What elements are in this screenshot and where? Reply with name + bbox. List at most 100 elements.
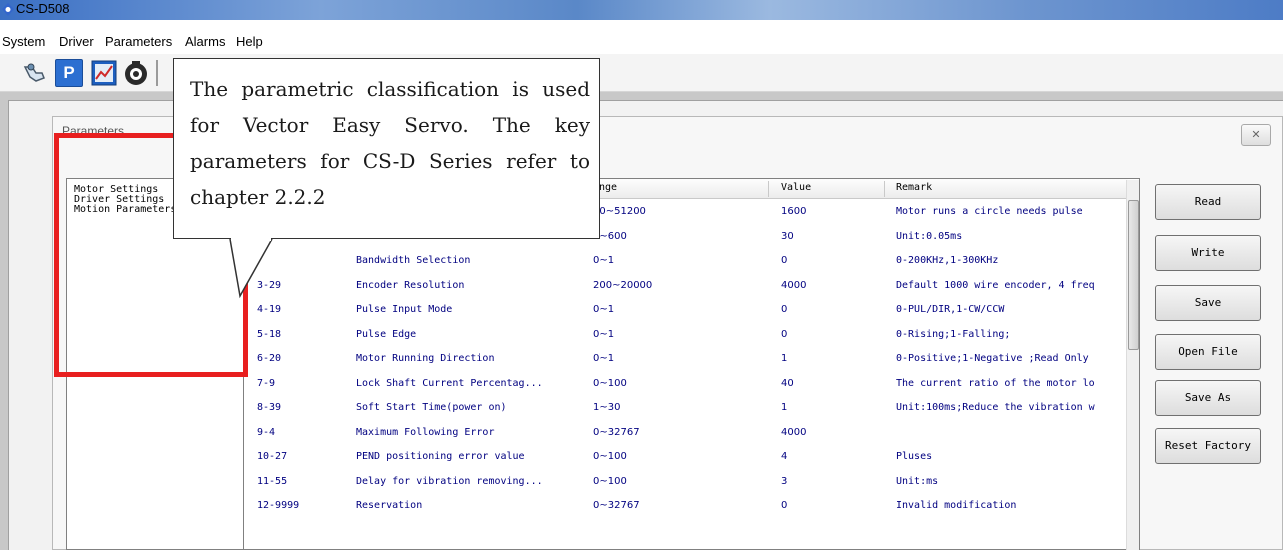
param-id-cell: 3-29 bbox=[257, 279, 282, 291]
callout-box: The parametric classification is used fo… bbox=[173, 58, 600, 239]
connect-icon[interactable] bbox=[22, 59, 50, 87]
header-divider bbox=[768, 181, 769, 197]
param-id-cell: 8-39 bbox=[257, 402, 282, 413]
param-remark-cell: Unit:100ms;Reduce the vibration w bbox=[896, 402, 1095, 413]
param-name-cell: Encoder Resolution bbox=[356, 279, 465, 291]
motor-icon[interactable] bbox=[122, 59, 150, 87]
menu-parameters[interactable]: Parameters bbox=[105, 34, 172, 49]
param-range-cell: 0~32767 bbox=[593, 500, 640, 511]
param-range-cell: 0~100 bbox=[593, 475, 627, 487]
param-id-cell: 5-18 bbox=[257, 328, 282, 340]
window-title: CS-D508 bbox=[16, 1, 70, 16]
param-value-cell[interactable]: 4000 bbox=[781, 280, 881, 291]
table-row[interactable]: 12-9999 Reservation 0~32767 0 Invalid modifi… bbox=[244, 495, 1128, 519]
reset-factory-button[interactable]: Reset Factory bbox=[1155, 428, 1261, 464]
menu-bar: System Driver Parameters Alarms Help bbox=[0, 20, 1283, 54]
param-id-cell: 6-20 bbox=[257, 353, 282, 364]
param-name-cell: Bandwidth Selection bbox=[356, 255, 471, 266]
param-name-cell: Pulse Edge bbox=[356, 328, 417, 340]
param-range-cell: 0~1 bbox=[593, 304, 615, 315]
param-remark-cell: 0-PUL/DIR,1-CW/CCW bbox=[896, 304, 1005, 315]
param-value-cell[interactable]: 1 bbox=[781, 402, 881, 413]
param-name-cell: Delay for vibration removing... bbox=[356, 475, 543, 487]
param-value-cell[interactable]: 30 bbox=[781, 231, 881, 242]
param-name-cell: Soft Start Time(power on) bbox=[356, 402, 507, 413]
param-range-cell: 00~51200 bbox=[593, 206, 646, 217]
param-range-cell: 200~20000 bbox=[593, 279, 653, 291]
read-button[interactable]: Read bbox=[1155, 184, 1261, 220]
scope-icon[interactable] bbox=[90, 59, 118, 87]
param-id-cell: 7-9 bbox=[257, 377, 276, 389]
menu-alarms[interactable]: Alarms bbox=[185, 34, 225, 49]
param-range-cell: 0~1 bbox=[593, 328, 615, 340]
param-remark-cell: Default 1000 wire encoder, 4 freq bbox=[896, 279, 1095, 291]
parameter-icon-label: P bbox=[63, 63, 75, 82]
param-name-cell: Reservation bbox=[356, 500, 423, 511]
menu-driver[interactable]: Driver bbox=[59, 34, 94, 49]
save-button[interactable]: Save bbox=[1155, 285, 1261, 321]
param-range-cell: 0~1 bbox=[593, 255, 615, 266]
param-range-cell: 0~32767 bbox=[593, 426, 640, 438]
param-remark-cell: Unit:0.05ms bbox=[896, 230, 963, 242]
param-name-cell: Motor Running Direction bbox=[356, 353, 495, 364]
callout-text: The parametric classification is used fo… bbox=[190, 77, 590, 209]
save-as-button[interactable]: Save As bbox=[1155, 380, 1261, 416]
parameter-icon[interactable]: P bbox=[55, 59, 83, 87]
table-row[interactable]: 9-4 Maximum Following Error 0~32767 4000 bbox=[244, 422, 1128, 446]
close-button[interactable]: ✕ bbox=[1241, 124, 1271, 146]
table-row[interactable]: 11-55 Delay for vibration removing... 0~10… bbox=[244, 471, 1128, 495]
param-name-cell: Pulse Input Mode bbox=[356, 304, 453, 315]
param-value-cell[interactable]: 0 bbox=[781, 329, 881, 340]
param-value-cell[interactable]: 1 bbox=[781, 353, 881, 364]
table-row[interactable]: 8-39 Soft Start Time(power on) 1~30 1 Unit:1… bbox=[244, 397, 1128, 421]
param-id-cell: 11-55 bbox=[257, 475, 288, 487]
param-id-cell: 12-9999 bbox=[257, 500, 300, 511]
table-row[interactable]: 10-27 PEND positioning error value 0~100 4 P… bbox=[244, 446, 1128, 470]
param-range-cell: 0~100 bbox=[593, 377, 627, 389]
param-value-cell[interactable]: 0 bbox=[781, 304, 881, 315]
table-row[interactable]: 4-19 Pulse Input Mode 0~1 0 0-PUL/DIR,1-CW/C… bbox=[244, 299, 1128, 323]
toolbar-separator bbox=[156, 60, 158, 86]
param-remark-cell: Pluses bbox=[896, 451, 933, 462]
param-value-cell[interactable]: 3 bbox=[781, 476, 881, 487]
app-icon bbox=[2, 3, 14, 16]
param-remark-cell: Invalid modification bbox=[896, 500, 1017, 511]
scrollbar-thumb[interactable] bbox=[1128, 200, 1139, 350]
param-name-cell: Maximum Following Error bbox=[356, 426, 495, 438]
table-row[interactable]: 5-18 Pulse Edge 0~1 0 0-Rising;1-Falling; bbox=[244, 324, 1128, 348]
param-value-cell[interactable]: 40 bbox=[781, 378, 881, 389]
param-value-cell[interactable]: 4 bbox=[781, 451, 881, 462]
table-row[interactable]: 6-20 Motor Running Direction 0~1 1 0-Positiv… bbox=[244, 348, 1128, 372]
param-remark-cell: Unit:ms bbox=[896, 475, 939, 487]
menu-help[interactable]: Help bbox=[236, 34, 263, 49]
param-value-cell[interactable]: 1600 bbox=[781, 206, 881, 217]
param-id-cell: 4-19 bbox=[257, 304, 282, 315]
param-remark-cell: 0-Rising;1-Falling; bbox=[896, 328, 1011, 340]
param-value-cell[interactable]: 4000 bbox=[781, 427, 881, 438]
param-range-cell: 1~30 bbox=[593, 402, 621, 413]
param-id-cell: 10-27 bbox=[257, 451, 288, 462]
param-id-cell: 9-4 bbox=[257, 426, 276, 438]
param-remark-cell: Motor runs a circle needs pulse bbox=[896, 206, 1083, 217]
param-remark-cell: 0-200KHz,1-300KHz bbox=[896, 255, 999, 266]
write-button[interactable]: Write bbox=[1155, 235, 1261, 271]
header-value[interactable]: Value bbox=[781, 182, 811, 193]
table-row[interactable]: Bandwidth Selection 0~1 0 0-200KHz,1-300KHz bbox=[244, 250, 1128, 274]
param-value-cell[interactable]: 0 bbox=[781, 500, 881, 511]
callout-joint bbox=[231, 237, 271, 241]
table-scrollbar[interactable] bbox=[1126, 180, 1139, 550]
param-value-cell[interactable]: 0 bbox=[781, 255, 881, 266]
param-remark-cell: The current ratio of the motor lo bbox=[896, 377, 1095, 389]
param-name-cell: PEND positioning error value bbox=[356, 451, 525, 462]
param-name-cell: Lock Shaft Current Percentag... bbox=[356, 377, 543, 389]
param-range-cell: 0~600 bbox=[593, 230, 627, 242]
table-row[interactable]: 7-9 Lock Shaft Current Percentag... 0~100 4… bbox=[244, 373, 1128, 397]
title-bar: CS-D508 bbox=[0, 0, 1283, 20]
param-range-cell: 0~1 bbox=[593, 353, 615, 364]
param-range-cell: 0~100 bbox=[593, 451, 627, 462]
menu-system[interactable]: System bbox=[2, 34, 45, 49]
table-row[interactable]: 3-29 Encoder Resolution 200~20000 4000 Defau… bbox=[244, 275, 1128, 299]
header-remark[interactable]: Remark bbox=[896, 182, 932, 193]
param-remark-cell: 0-Positive;1-Negative ;Read Only bbox=[896, 353, 1089, 364]
open-file-button[interactable]: Open File bbox=[1155, 334, 1261, 370]
